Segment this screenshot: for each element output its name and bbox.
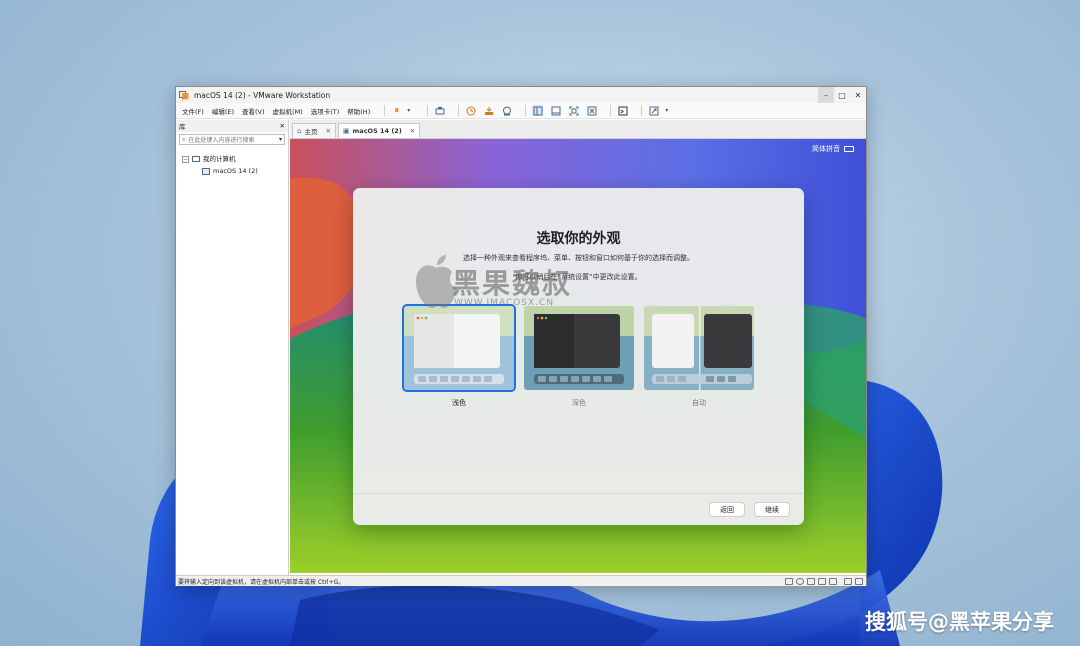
- tab-strip: ⌂ 主页 ✕ ▣ macOS 14 (2) ✕: [290, 120, 866, 139]
- menu-tabs[interactable]: 选项卡(T): [311, 106, 340, 116]
- status-bar: 要将输入定向到该虚拟机，请在虚拟机内部单击或按 Ctrl+G。: [176, 575, 866, 586]
- snapshot-manager-icon[interactable]: [501, 105, 512, 116]
- sound-icon[interactable]: [829, 577, 837, 585]
- usb-icon[interactable]: [818, 577, 826, 585]
- option-label: 浅色: [452, 399, 466, 407]
- vmware-app-icon: [179, 90, 189, 100]
- toolbar-separator: [610, 105, 612, 116]
- message-icon[interactable]: [844, 577, 852, 585]
- unity-icon[interactable]: [586, 105, 597, 116]
- menu-vm[interactable]: 虚拟机(M): [273, 106, 303, 116]
- continue-button[interactable]: 继续: [754, 502, 790, 517]
- send-keys-icon[interactable]: [434, 105, 445, 116]
- dialog-subtitle: 选择一种外观来查看程序坞、菜单、按钮和窗口如何基于你的选择而调整。: [463, 254, 694, 262]
- toolbar-separator: [641, 105, 643, 116]
- back-button[interactable]: 返回: [709, 502, 745, 517]
- option-label: 自动: [692, 399, 706, 407]
- revert-snapshot-icon[interactable]: [483, 105, 494, 116]
- keyboard-icon: [844, 146, 854, 152]
- appearance-option-dark[interactable]: 深色: [522, 304, 636, 408]
- library-title: 库: [179, 123, 186, 131]
- workspace: 库 ✕ ⌕ 在此处键入内容进行搜索 ▾ − 我的计算机 macOS 14 (2): [176, 120, 866, 575]
- tree-item-vm[interactable]: macOS 14 (2): [182, 165, 288, 177]
- cd-drive-icon[interactable]: [796, 577, 804, 585]
- snapshot-icon[interactable]: [465, 105, 476, 116]
- tab-home[interactable]: ⌂ 主页 ✕: [292, 123, 336, 138]
- tab-macos[interactable]: ▣ macOS 14 (2) ✕: [337, 123, 421, 138]
- tab-label: 主页: [304, 128, 318, 136]
- light-thumbnail[interactable]: [402, 304, 516, 392]
- site-watermark: 搜狐号@黑苹果分享: [865, 610, 1054, 634]
- dropdown-icon[interactable]: ▾: [403, 105, 414, 116]
- menu-view[interactable]: 查看(V): [242, 106, 265, 116]
- fullscreen-icon[interactable]: [568, 105, 579, 116]
- tree-item-my-computer[interactable]: − 我的计算机: [182, 153, 288, 165]
- hard-disk-icon[interactable]: [785, 577, 793, 585]
- auto-thumbnail[interactable]: [642, 304, 756, 392]
- library-header: 库 ✕: [176, 120, 288, 132]
- menu-help[interactable]: 帮助(H): [347, 106, 370, 116]
- appearance-option-auto[interactable]: 自动: [642, 304, 756, 408]
- tab-label: macOS 14 (2): [352, 127, 402, 135]
- pause-icon[interactable]: ⏸: [391, 105, 402, 116]
- toolbar-separator: [525, 105, 527, 116]
- option-label: 深色: [572, 399, 586, 407]
- tab-close-icon[interactable]: ✕: [410, 127, 415, 135]
- vmware-window: macOS 14 (2) - VMware Workstation – □ ✕ …: [175, 86, 867, 586]
- toolbar-separator: [384, 105, 386, 116]
- toolbar-separator: [458, 105, 460, 116]
- stretch-icon[interactable]: [648, 105, 659, 116]
- dialog-divider: [353, 493, 804, 494]
- menu-file[interactable]: 文件(F): [182, 106, 204, 116]
- appearance-dialog: 选取你的外观 选择一种外观来查看程序坞、菜单、按钮和窗口如何基于你的选择而调整。…: [353, 188, 804, 525]
- status-message: 要将输入定向到该虚拟机，请在虚拟机内部单击或按 Ctrl+G。: [178, 578, 345, 586]
- dark-thumbnail[interactable]: [522, 304, 636, 392]
- network-icon[interactable]: [807, 577, 815, 585]
- library-view-icon[interactable]: [532, 105, 544, 116]
- display-icon[interactable]: [855, 577, 863, 585]
- menu-bar: 文件(F) 编辑(E) 查看(V) 虚拟机(M) 选项卡(T) 帮助(H) ⏸ …: [176, 103, 866, 119]
- appearance-option-light[interactable]: 浅色: [402, 304, 516, 408]
- tree-item-label: 我的计算机: [203, 155, 236, 163]
- vm-icon: [202, 167, 210, 175]
- search-dropdown-icon[interactable]: ▾: [279, 136, 284, 143]
- home-icon: ⌂: [297, 127, 302, 135]
- close-button[interactable]: ✕: [850, 87, 866, 103]
- thumbnail-view-icon[interactable]: [550, 105, 561, 116]
- dialog-title: 选取你的外观: [536, 231, 621, 247]
- tab-close-icon[interactable]: ✕: [325, 127, 330, 135]
- ime-label: 简体拼音: [812, 145, 840, 153]
- library-search-box[interactable]: ⌕ 在此处键入内容进行搜索 ▾: [179, 134, 285, 145]
- menu-edit[interactable]: 编辑(E): [212, 106, 234, 116]
- vm-icon: ▣: [342, 127, 350, 135]
- search-icon: ⌕: [182, 135, 186, 143]
- guest-screen[interactable]: 简体拼音 选取你的外观 选择一种外观来查看程序坞、菜单、按钮和窗口如何基于你的选…: [290, 139, 866, 573]
- maximize-button[interactable]: □: [834, 87, 850, 103]
- collapse-icon[interactable]: −: [182, 155, 189, 163]
- window-title: macOS 14 (2) - VMware Workstation: [194, 90, 331, 100]
- console-icon[interactable]: [617, 105, 628, 116]
- title-bar: macOS 14 (2) - VMware Workstation – □ ✕: [176, 87, 866, 103]
- search-placeholder[interactable]: 在此处键入内容进行搜索: [188, 135, 279, 144]
- computer-icon: [192, 156, 200, 162]
- library-panel: 库 ✕ ⌕ 在此处键入内容进行搜索 ▾ − 我的计算机 macOS 14 (2): [176, 120, 289, 575]
- library-tree: − 我的计算机 macOS 14 (2): [176, 147, 288, 177]
- dialog-hint: 你可以稍后在“系统设置”中更改此设置。: [515, 273, 642, 281]
- tree-item-label: macOS 14 (2): [213, 167, 258, 175]
- minimize-button[interactable]: –: [818, 87, 834, 103]
- toolbar-separator: [427, 105, 429, 116]
- library-close-icon[interactable]: ✕: [280, 122, 285, 130]
- stretch-dropdown-icon[interactable]: ▾: [661, 105, 672, 116]
- input-method-indicator[interactable]: 简体拼音: [812, 144, 854, 154]
